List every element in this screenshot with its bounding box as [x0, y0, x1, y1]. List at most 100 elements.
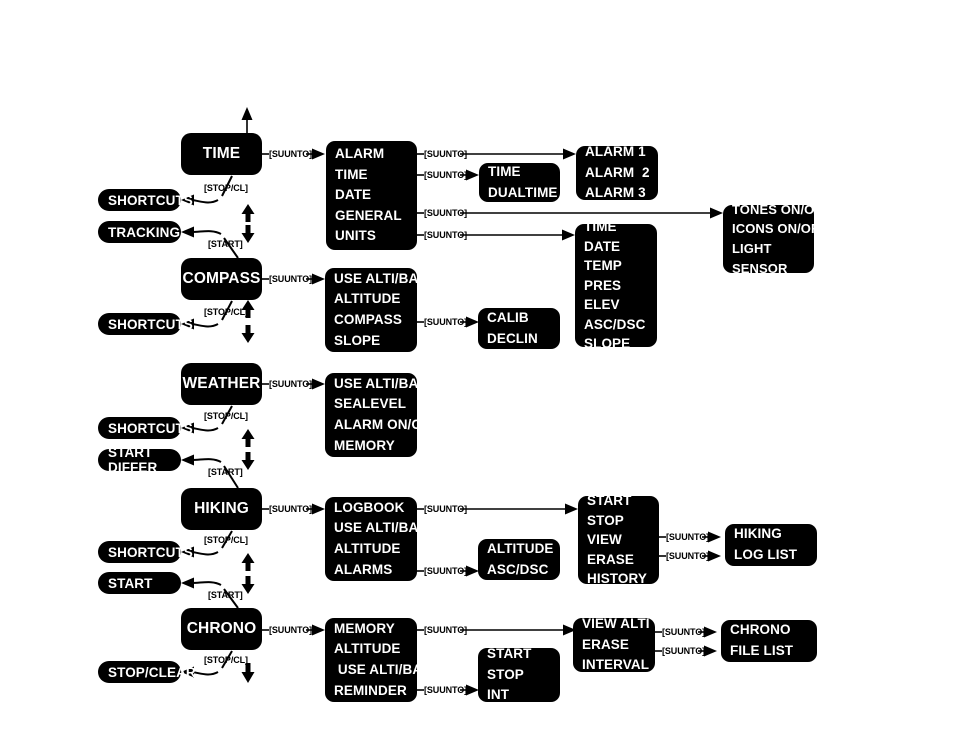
- menu-box-chrono-main[interactable]: MEMORY ALTITUDE USE ALTI/BARO REMINDER: [325, 618, 443, 702]
- menu-item[interactable]: STOP: [587, 511, 652, 530]
- shortcut-pill-hiking-shortcuts[interactable]: SHORTCUTS: [98, 541, 193, 563]
- menu-box-chrono-memory[interactable]: VIEW ALTI ERASE INTERVAL: [573, 616, 655, 672]
- menu-item[interactable]: VIEW ALTI: [582, 614, 650, 635]
- shortcut-pill-hiking-start[interactable]: START: [98, 572, 181, 594]
- menu-item[interactable]: CHRONO: [730, 620, 810, 641]
- mode-box-time[interactable]: TIME: [181, 133, 262, 175]
- shortcut-label: STOP/CLEAR: [108, 664, 196, 680]
- menu-item[interactable]: USE ALTI/BARO: [334, 269, 439, 290]
- menu-item[interactable]: ICONS ON/OFF: [732, 219, 827, 239]
- menu-box-time-main[interactable]: ALARM TIME DATE GENERAL UNITS: [326, 141, 417, 250]
- menu-item[interactable]: TONES ON/OFF: [732, 200, 830, 220]
- menu-item[interactable]: HIKING: [734, 524, 810, 545]
- menu-item[interactable]: TIME: [335, 165, 410, 186]
- menu-item[interactable]: HISTORY: [587, 569, 652, 588]
- shortcut-pill-chrono-stop-clear[interactable]: STOP/CLEAR: [98, 661, 196, 683]
- menu-item[interactable]: ERASE: [587, 550, 652, 569]
- updown-arrows-3: [241, 429, 255, 470]
- menu-item[interactable]: ASC/DSC: [487, 560, 553, 581]
- button-tag-weather-stop: [STOP/CL]: [204, 411, 248, 421]
- menu-item[interactable]: ALTITUDE: [334, 289, 410, 310]
- mode-box-weather[interactable]: WEATHER: [181, 363, 262, 405]
- menu-item[interactable]: LOGBOOK: [334, 498, 410, 519]
- menu-item[interactable]: ALARM ON/OFF: [334, 415, 439, 436]
- menu-item[interactable]: FILE LIST: [730, 641, 810, 662]
- menu-box-compass-main[interactable]: USE ALTI/BARO ALTITUDE COMPASS SLOPE: [325, 268, 439, 352]
- menu-item[interactable]: SLOPE: [334, 331, 410, 352]
- menu-box-general[interactable]: TONES ON/OFF ICONS ON/OFF LIGHT SENSOR: [723, 202, 830, 276]
- button-tag-general: [SUUNTO]: [424, 208, 468, 218]
- mode-box-hiking[interactable]: HIKING: [181, 488, 262, 530]
- menu-item[interactable]: ALTITUDE: [487, 539, 553, 560]
- updown-arrows-1: [241, 204, 255, 243]
- menu-item[interactable]: USE ALTI/BARO: [334, 374, 439, 395]
- menu-item[interactable]: ALTITUDE: [334, 639, 410, 660]
- menu-box-units[interactable]: TIME DATE TEMP PRES ELEV ASC/DSC SLOPE: [575, 219, 657, 351]
- menu-item[interactable]: START: [487, 644, 553, 665]
- menu-item[interactable]: LIGHT: [732, 239, 807, 259]
- shortcut-label: SHORTCUTS: [108, 420, 193, 436]
- button-tag-time-main: [SUUNTO]: [269, 149, 313, 159]
- menu-item[interactable]: ALARM 3: [585, 183, 651, 204]
- menu-item[interactable]: GENERAL: [335, 206, 410, 227]
- menu-item[interactable]: CALIB: [487, 308, 553, 329]
- menu-item[interactable]: DATE: [584, 237, 650, 256]
- menu-item[interactable]: SLOPE: [584, 334, 650, 353]
- menu-item[interactable]: ASC/DSC: [584, 315, 650, 334]
- menu-box-hiking-log-list[interactable]: HIKING LOG LIST: [725, 524, 817, 566]
- menu-item[interactable]: TIME: [488, 162, 553, 183]
- menu-item[interactable]: SENSOR: [732, 259, 807, 279]
- shortcut-pill-time-shortcuts[interactable]: SHORTCUTS: [98, 189, 193, 211]
- menu-item[interactable]: INTERVAL: [582, 655, 649, 676]
- menu-item[interactable]: DUALTIME: [488, 183, 557, 204]
- button-tag-chrono-rem: [SUUNTO]: [424, 685, 468, 695]
- menu-box-hiking-alarms[interactable]: ALTITUDE ASC/DSC: [478, 539, 560, 580]
- shortcut-label: TRACKING: [108, 224, 181, 240]
- menu-item[interactable]: START: [587, 491, 652, 510]
- menu-item[interactable]: USE ALTI/BARO: [334, 518, 439, 539]
- shortcut-label: SHORTCUTS: [108, 192, 193, 208]
- shortcut-pill-time-tracking[interactable]: TRACKING: [98, 221, 181, 243]
- loop-arrow-top: [241, 107, 253, 133]
- menu-item[interactable]: TEMP: [584, 256, 650, 275]
- menu-item[interactable]: ALARM 2: [585, 163, 651, 184]
- mode-box-chrono[interactable]: CHRONO: [181, 608, 262, 650]
- menu-item[interactable]: ALARM 1: [585, 142, 651, 163]
- menu-item[interactable]: ALARMS: [334, 560, 410, 581]
- menu-item[interactable]: TIME: [584, 217, 650, 236]
- menu-item[interactable]: LOG LIST: [734, 545, 810, 566]
- menu-item[interactable]: COMPASS: [334, 310, 410, 331]
- menu-box-weather-main[interactable]: USE ALTI/BARO SEALEVEL ALARM ON/OFF MEMO…: [325, 373, 439, 457]
- mode-box-compass[interactable]: COMPASS: [181, 258, 262, 300]
- menu-box-alarms[interactable]: ALARM 1 ALARM 2 ALARM 3: [576, 144, 658, 200]
- button-tag-chrono-mem: [SUUNTO]: [424, 625, 468, 635]
- menu-box-compass-sub[interactable]: CALIB DECLIN: [478, 308, 560, 349]
- menu-item[interactable]: UNITS: [335, 226, 410, 247]
- menu-box-chrono-file-list[interactable]: CHRONO FILE LIST: [721, 620, 817, 662]
- menu-item[interactable]: PRES: [584, 276, 650, 295]
- menu-item[interactable]: MEMORY: [334, 436, 410, 457]
- shortcut-pill-weather-shortcuts[interactable]: SHORTCUTS: [98, 417, 193, 439]
- shortcut-pill-weather-start-differ[interactable]: START DIFFER: [98, 445, 181, 475]
- button-tag-chrono-file2: [SUUNTO]: [662, 646, 706, 656]
- menu-item[interactable]: ALTITUDE: [334, 539, 410, 560]
- menu-item[interactable]: ERASE: [582, 635, 648, 656]
- menu-item[interactable]: REMINDER: [334, 681, 410, 702]
- menu-box-logbook[interactable]: START STOP VIEW ERASE HISTORY: [578, 493, 659, 586]
- menu-box-hiking-main[interactable]: LOGBOOK USE ALTI/BARO ALTITUDE ALARMS: [325, 497, 439, 581]
- menu-box-time-sub[interactable]: TIME DUALTIME: [479, 163, 560, 202]
- menu-item[interactable]: VIEW: [587, 530, 652, 549]
- menu-item[interactable]: MEMORY: [334, 619, 410, 640]
- menu-item[interactable]: SEALEVEL: [334, 394, 410, 415]
- menu-item[interactable]: ELEV: [584, 295, 650, 314]
- menu-item[interactable]: STOP: [487, 665, 553, 686]
- shortcut-pill-compass-shortcuts[interactable]: SHORTCUTS: [98, 313, 193, 335]
- menu-item[interactable]: USE ALTI/BARO: [334, 660, 443, 681]
- shortcut-label: SHORTCUTS: [108, 316, 193, 332]
- menu-item[interactable]: ALARM: [335, 144, 410, 165]
- menu-item[interactable]: DECLIN: [487, 329, 553, 350]
- menu-item[interactable]: INT: [487, 685, 553, 706]
- menu-box-chrono-reminder[interactable]: START STOP INT: [478, 646, 560, 702]
- menu-item[interactable]: DATE: [335, 185, 410, 206]
- button-tag-chrono-stop: [STOP/CL]: [204, 655, 248, 665]
